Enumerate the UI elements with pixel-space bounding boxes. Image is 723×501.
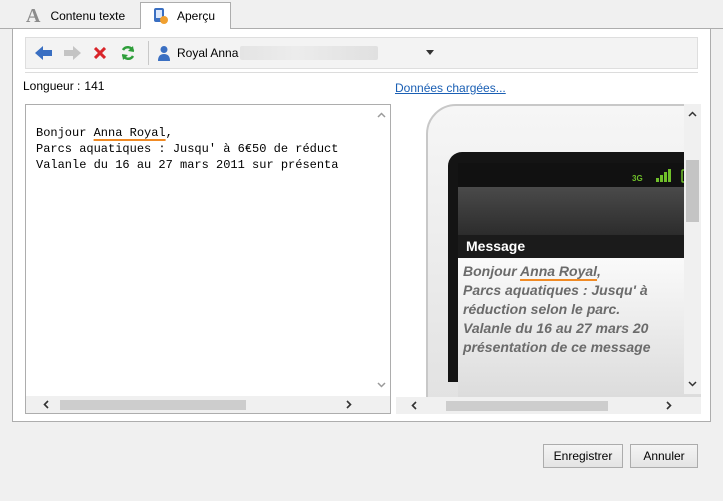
save-button[interactable]: Enregistrer xyxy=(543,444,623,468)
preview-icon xyxy=(151,7,169,25)
preview-horizontal-scrollbar[interactable] xyxy=(396,397,701,414)
text-line1-name: Anna Royal xyxy=(93,126,166,140)
msg-line5: présentation de ce message xyxy=(463,339,651,355)
person-icon xyxy=(157,45,171,61)
scroll-right-icon[interactable] xyxy=(344,400,353,409)
chevron-down-icon[interactable] xyxy=(426,50,434,55)
cancel-button[interactable]: Annuler xyxy=(630,444,698,468)
delete-button[interactable] xyxy=(88,41,112,65)
text-hscroll-thumb[interactable] xyxy=(60,400,246,410)
length-value: 141 xyxy=(84,79,105,93)
tab-preview[interactable]: Aperçu xyxy=(140,2,231,30)
text-a-icon: A xyxy=(26,4,41,27)
scroll-up-icon[interactable] xyxy=(377,111,386,120)
network-type-label: 3G xyxy=(632,174,643,183)
phone-preview: 3G Message Bonjour Anna Royal, Parcs aqu… xyxy=(396,104,701,414)
toolbar-separator xyxy=(148,41,149,65)
text-content: Bonjour Anna Royal, Parcs aquatiques : J… xyxy=(36,125,338,173)
preview-scroll-left-icon[interactable] xyxy=(410,401,419,410)
preview-hscroll-thumb[interactable] xyxy=(446,401,608,411)
msg-line1-suffix: , xyxy=(597,263,601,279)
preview-vscroll-thumb[interactable] xyxy=(686,160,699,222)
preview-scroll-down-icon[interactable] xyxy=(688,379,697,388)
text-vertical-scrollbar[interactable] xyxy=(373,105,390,395)
scroll-left-icon[interactable] xyxy=(42,400,51,409)
length-label: Longueur : xyxy=(23,79,81,93)
msg-line1-prefix: Bonjour xyxy=(463,263,521,279)
text-content-box[interactable]: Bonjour Anna Royal, Parcs aquatiques : J… xyxy=(25,104,391,414)
msg-line2: Parcs aquatiques : Jusqu' à xyxy=(463,282,648,298)
phone-title-bar xyxy=(458,187,701,235)
text-line3: Valanle du 16 au 27 mars 2011 sur présen… xyxy=(36,158,339,172)
msg-line4: Valanle du 16 au 27 mars 20 xyxy=(463,320,649,336)
msg-line1-name: Anna Royal xyxy=(520,263,598,279)
refresh-button[interactable] xyxy=(116,41,140,65)
preview-scroll-right-icon[interactable] xyxy=(664,401,673,410)
divider xyxy=(25,72,698,73)
preview-panel: Royal Anna Longueur :141 Données chargée… xyxy=(12,29,711,422)
preview-scroll-up-icon[interactable] xyxy=(688,110,697,119)
arrow-left-icon xyxy=(35,46,52,60)
msg-line3: réduction selon le parc. xyxy=(463,301,621,317)
scroll-down-icon[interactable] xyxy=(377,380,386,389)
recipient-name: Royal Anna xyxy=(177,46,239,60)
back-button[interactable] xyxy=(32,41,56,65)
tab-text-content-label: Contenu texte xyxy=(50,9,126,23)
phone-status-bar: 3G xyxy=(458,163,701,187)
redacted-area xyxy=(240,46,379,60)
text-line1-prefix: Bonjour xyxy=(36,126,94,140)
text-line1-suffix: , xyxy=(165,126,173,140)
recipient-dropdown[interactable]: Royal Anna xyxy=(157,41,442,65)
length-indicator: Longueur :141 xyxy=(23,79,104,93)
toolbar: Royal Anna xyxy=(25,37,698,69)
forward-button[interactable] xyxy=(60,41,84,65)
tab-bar: A Contenu texte Aperçu xyxy=(0,0,723,30)
text-horizontal-scrollbar[interactable] xyxy=(26,396,390,413)
loaded-data-link[interactable]: Données chargées... xyxy=(395,81,506,95)
tab-preview-label: Aperçu xyxy=(177,9,216,23)
message-header: Message xyxy=(458,235,701,258)
tab-text-content[interactable]: A Contenu texte xyxy=(16,3,140,29)
text-line2: Parcs aquatiques : Jusqu' à 6€50 de rédu… xyxy=(36,142,339,156)
message-text: Bonjour Anna Royal, Parcs aquatiques : J… xyxy=(463,262,651,357)
preview-vertical-scrollbar[interactable] xyxy=(684,104,701,394)
delete-x-icon xyxy=(94,47,106,59)
arrow-right-icon xyxy=(64,46,81,60)
refresh-icon xyxy=(121,45,135,61)
